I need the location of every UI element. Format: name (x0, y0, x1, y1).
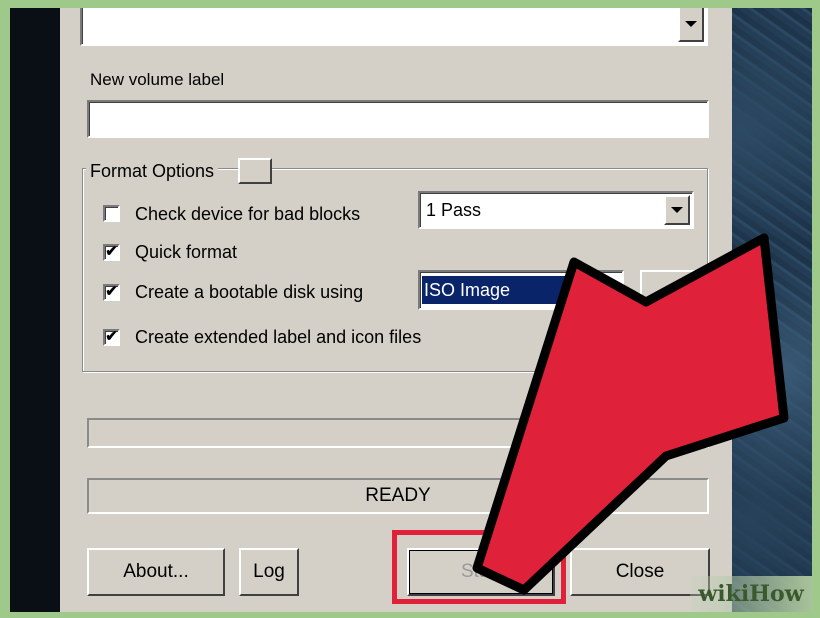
status-text: READY (365, 485, 431, 506)
watermark-text: wikiHow (698, 581, 804, 607)
background-left (10, 8, 60, 612)
format-options-expand-button[interactable] (238, 158, 272, 184)
quick-format-checkbox[interactable]: ✔ (103, 244, 120, 261)
passes-dropdown-button[interactable] (664, 195, 690, 225)
chevron-down-icon (671, 207, 683, 213)
extended-label-checkbox[interactable]: ✔ (103, 329, 120, 346)
bad-blocks-checkbox[interactable] (103, 205, 120, 222)
bad-blocks-label: Check device for bad blocks (135, 204, 361, 224)
rufus-dialog: New volume label Format Options Check de… (60, 8, 732, 612)
format-options-title: Format Options (86, 160, 219, 182)
check-mark: ✔ (105, 328, 118, 345)
bootable-checkbox[interactable]: ✔ (103, 284, 120, 301)
passes-select[interactable]: 1 Pass (418, 191, 694, 229)
start-highlight-box (392, 530, 566, 604)
browse-iso-button[interactable] (640, 270, 706, 312)
check-mark: ✔ (105, 243, 118, 260)
quick-format-label: Quick format (135, 242, 238, 262)
boot-type-value: ISO Image (422, 276, 592, 304)
chevron-down-icon (685, 21, 697, 27)
volume-label-input[interactable] (87, 100, 709, 138)
volume-label-caption: New volume label (90, 70, 225, 89)
combo-dropdown-button[interactable] (678, 8, 704, 42)
log-button[interactable]: Log (239, 548, 299, 596)
about-button[interactable]: About... (87, 548, 225, 596)
screenshot-frame: New volume label Format Options Check de… (10, 8, 812, 612)
close-button[interactable]: Close (570, 548, 710, 596)
bootable-label: Create a bootable disk using (135, 282, 364, 302)
wikihow-watermark: wikiHow (690, 576, 812, 612)
extended-label-label: Create extended label and icon files (135, 327, 422, 347)
check-mark: ✔ (105, 283, 118, 300)
top-combo[interactable] (80, 8, 708, 46)
passes-select-value: 1 Pass (426, 200, 482, 220)
boot-type-select[interactable]: ISO Image (418, 270, 624, 310)
progress-bar (87, 418, 709, 448)
status-bar: READY (87, 478, 709, 514)
